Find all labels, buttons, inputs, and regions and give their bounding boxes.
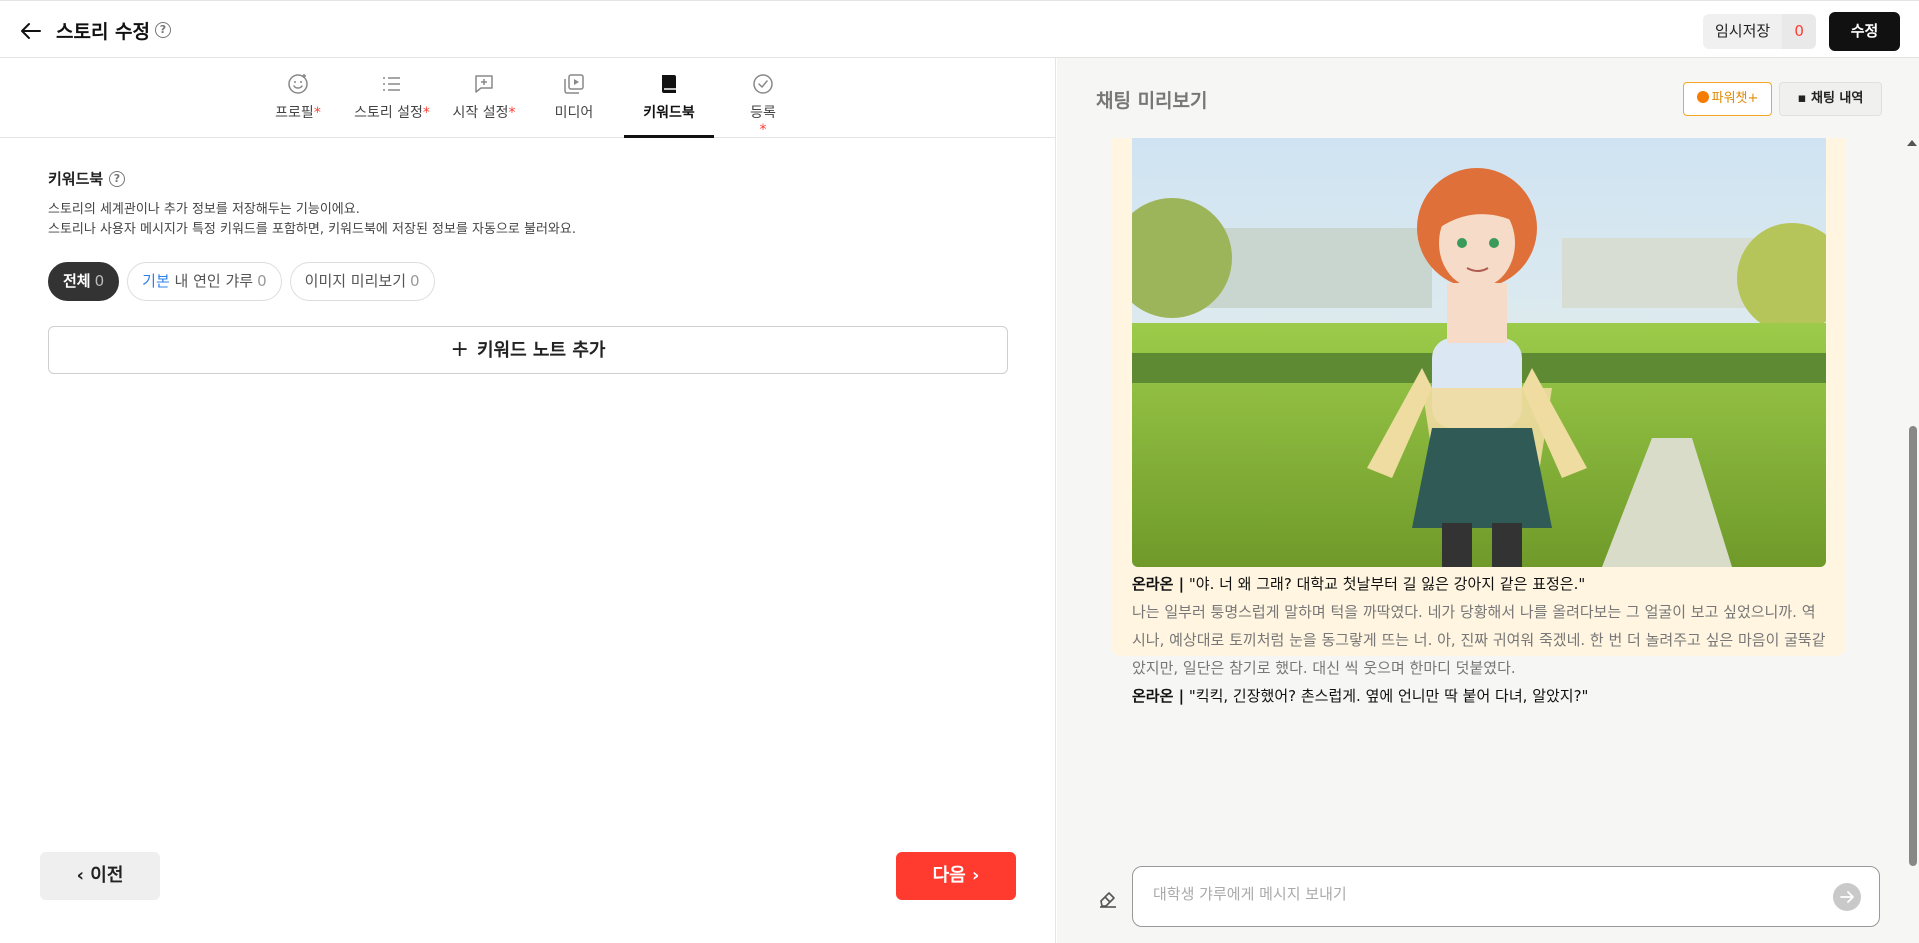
message-input[interactable] [1153, 885, 1793, 903]
powerchat-button[interactable]: 파워챗+ [1683, 82, 1772, 116]
chevron-left-icon: ‹ [76, 865, 84, 886]
preview-title: 채팅 미리보기 [1096, 90, 1208, 112]
character-illustration [1132, 138, 1826, 567]
required-mark: * [422, 105, 430, 121]
keywordbook-description: 스토리나 사용자 메시지가 특정 키워드를 포함하면, 키워드북에 저장된 정보… [48, 222, 576, 237]
keywordbook-title: 키워드북 [48, 170, 104, 188]
back-arrow-icon[interactable] [18, 18, 44, 44]
add-keyword-note-button[interactable]: + 키워드 노트 추가 [48, 326, 1008, 374]
scrollbar-thumb[interactable] [1909, 426, 1917, 866]
next-button[interactable]: 다음 › [896, 852, 1016, 900]
chat-history-icon: ▪ [1797, 91, 1807, 106]
chat-line-dialogue: 온라온 | "킥킥, 긴장했어? 촌스럽게. 옆에 언니만 딱 붙어 다녀, 알… [1132, 682, 1826, 710]
temp-save-button[interactable]: 임시저장 0 [1703, 14, 1817, 49]
tab-profile[interactable]: 프로필* [268, 72, 328, 138]
eraser-icon[interactable] [1097, 887, 1119, 909]
check-circle-icon [753, 74, 773, 94]
tab-keywordbook[interactable]: 키워드북 [624, 72, 714, 138]
tab-story-settings[interactable]: 스토리 설정* [352, 72, 432, 138]
prev-button[interactable]: ‹ 이전 [40, 852, 160, 900]
page-title: 스토리 수정 [56, 21, 151, 43]
add-note-label: 키워드 노트 추가 [476, 340, 606, 361]
required-mark: * [759, 122, 767, 138]
temp-save-count: 0 [1782, 14, 1817, 49]
chat-history-button[interactable]: ▪ 채팅 내역 [1779, 82, 1882, 116]
arrow-right-icon [1840, 891, 1854, 903]
required-mark: * [313, 105, 321, 121]
send-button[interactable] [1833, 883, 1861, 911]
next-label: 다음 [932, 865, 966, 886]
dialogue-text: "킥킥, 긴장했어? 촌스럽게. 옆에 언니만 딱 붙어 다녀, 알았지?" [1184, 687, 1589, 705]
book-icon [662, 75, 676, 93]
tab-label: 키워드북 [643, 105, 695, 121]
help-icon[interactable]: ? [109, 171, 125, 187]
help-icon[interactable]: ? [155, 22, 171, 38]
filter-chip-all[interactable]: 전체 0 [48, 262, 120, 301]
tab-media[interactable]: 미디어 [552, 72, 596, 138]
step-tabs: 프로필* 스토리 설정* 시작 설정* 미디어 키워드북 등록* [0, 58, 1056, 138]
top-bar: 스토리 수정 ? 임시저장 0 수정 [0, 0, 1919, 58]
chat-history-label: 채팅 내역 [1810, 91, 1864, 106]
media-icon [564, 74, 584, 94]
chat-line-narration: 나는 일부러 퉁명스럽게 말하며 턱을 까딱였다. 네가 당황해서 나를 올려다… [1132, 603, 1826, 677]
tab-start-settings[interactable]: 시작 설정* [452, 72, 516, 138]
chip-count: 0 [257, 272, 267, 290]
chip-label: 전체 [63, 272, 91, 290]
powerchat-label: 파워챗+ [1711, 91, 1759, 106]
edit-submit-button[interactable]: 수정 [1829, 12, 1900, 51]
tab-label: 시작 설정 [452, 105, 509, 121]
list-icon [383, 77, 400, 91]
powerchat-icon [1696, 91, 1709, 103]
tab-label: 프로필 [275, 105, 314, 121]
prev-label: 이전 [90, 865, 124, 886]
filter-chip-default[interactable]: 기본 내 연인 갸루 0 [127, 262, 282, 301]
chip-prefix: 기본 [142, 272, 170, 290]
required-mark: * [508, 105, 516, 121]
speaker-name: 온라온 | [1132, 687, 1185, 705]
editor-panel: 프로필* 스토리 설정* 시작 설정* 미디어 키워드북 등록* 키워드북 ? … [0, 58, 1056, 943]
tab-label: 스토리 설정 [354, 105, 423, 121]
message-input-box [1132, 866, 1880, 927]
chip-count: 0 [410, 272, 420, 290]
temp-save-label: 임시저장 [1715, 22, 1771, 40]
tab-label: 등록 [750, 105, 776, 121]
speaker-name: 온라온 | [1132, 575, 1185, 593]
chat-line-dialogue: 온라온 | "야. 너 왜 그래? 대학교 첫날부터 길 잃은 강아지 같은 표… [1132, 570, 1826, 598]
chat-plus-icon [475, 75, 493, 93]
tab-register[interactable]: 등록* [748, 72, 778, 138]
filter-chip-image-preview[interactable]: 이미지 미리보기 0 [289, 262, 435, 301]
tab-label: 미디어 [554, 105, 594, 121]
keyword-filter-chips: 전체 0 기본 내 연인 갸루 0 이미지 미리보기 0 [48, 262, 435, 301]
chevron-right-icon: › [971, 865, 980, 886]
chip-label: 내 연인 갸루 [174, 272, 254, 290]
face-plus-icon [288, 74, 308, 94]
chat-message-card: 온라온 | "야. 너 왜 그래? 대학교 첫날부터 길 잃은 강아지 같은 표… [1111, 138, 1846, 705]
chip-count: 0 [94, 272, 105, 290]
dialogue-text: "야. 너 왜 그래? 대학교 첫날부터 길 잃은 강아지 같은 표정은." [1184, 575, 1586, 593]
keywordbook-description: 스토리의 세계관이나 추가 정보를 저장해두는 기능이에요. [48, 202, 360, 217]
plus-icon: + [450, 337, 469, 362]
chip-label: 이미지 미리보기 [304, 272, 407, 290]
chat-preview-panel: 채팅 미리보기 파워챗+ ▪ 채팅 내역 온라온 | "야. 너 왜 그래? 대… [1057, 58, 1919, 943]
scroll-up-arrow-icon[interactable] [1907, 140, 1917, 146]
